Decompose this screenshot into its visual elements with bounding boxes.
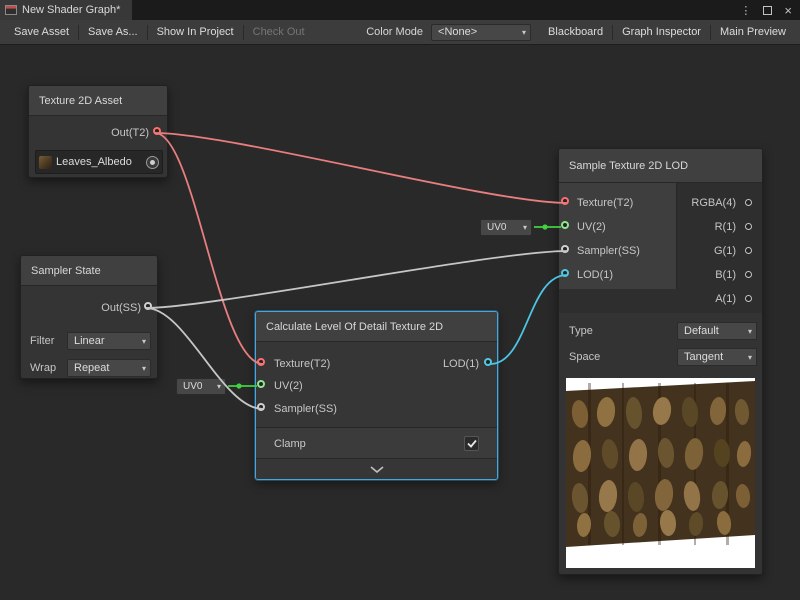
type-value: Default	[684, 325, 719, 337]
port-sample-sampler-in[interactable]	[561, 245, 569, 253]
node-texture-2d-asset[interactable]: Texture 2D Asset Out(T2) Leaves_Albedo	[28, 85, 168, 178]
port-label-lod-out: LOD(1)	[443, 357, 479, 371]
type-label: Type	[569, 324, 593, 338]
port-sample-a-out[interactable]	[745, 295, 752, 302]
tab-new-shader-graph[interactable]: New Shader Graph*	[0, 0, 132, 20]
node-title[interactable]: Texture 2D Asset	[29, 86, 167, 116]
color-mode-value: <None>	[438, 26, 477, 38]
chevron-down-icon: ▾	[142, 364, 146, 373]
node-sampler-state[interactable]: Sampler State Out(SS) Filter Linear ▾ Wr…	[20, 255, 158, 379]
port-label-texture-in: Texture(T2)	[577, 196, 633, 210]
maximize-icon[interactable]	[763, 6, 772, 15]
window-controls: ⋮ ×	[740, 0, 800, 20]
clamp-label: Clamp	[274, 438, 306, 450]
port-calc-lod-out[interactable]	[484, 358, 492, 366]
texture-object-field[interactable]: Leaves_Albedo	[35, 150, 163, 174]
port-sample-r-out[interactable]	[745, 223, 752, 230]
port-label-sampler-in: Sampler(SS)	[274, 402, 337, 416]
save-asset-button[interactable]: Save Asset	[5, 20, 78, 44]
wrap-label: Wrap	[30, 361, 56, 375]
port-label-b-out: B(1)	[715, 268, 736, 282]
uv-wire-dot	[542, 224, 547, 229]
uv-channel-dropdown-calc[interactable]: UV0 ▾	[176, 378, 226, 395]
uv-wire-dot	[236, 383, 241, 388]
wrap-dropdown[interactable]: Repeat ▾	[67, 359, 151, 377]
menu-icon[interactable]: ⋮	[740, 4, 751, 17]
edge-lod-to-sample[interactable]	[490, 275, 567, 364]
texture-preview-image	[566, 378, 755, 568]
port-sample-rgba-out[interactable]	[745, 199, 752, 206]
port-sample-lod-in[interactable]	[561, 269, 569, 277]
texture-thumbnail-icon	[39, 156, 52, 169]
main-preview-button[interactable]: Main Preview	[711, 20, 795, 44]
texture-object-name: Leaves_Albedo	[56, 156, 142, 168]
type-dropdown[interactable]: Default ▾	[677, 322, 757, 340]
port-calc-uv-in[interactable]	[257, 380, 265, 388]
graph-inspector-button[interactable]: Graph Inspector	[613, 20, 710, 44]
filter-dropdown[interactable]: Linear ▾	[67, 332, 151, 350]
port-out-ss[interactable]	[144, 302, 152, 310]
port-label-uv-in: UV(2)	[274, 379, 303, 393]
uv-channel-value: UV0	[183, 381, 202, 392]
color-mode-dropdown[interactable]: <None> ▾	[431, 24, 531, 41]
unity-shader-graph-window: New Shader Graph* ⋮ × Save Asset Save As…	[0, 0, 800, 600]
object-picker-icon[interactable]	[146, 156, 159, 169]
node-title[interactable]: Calculate Level Of Detail Texture 2D	[256, 312, 497, 342]
wrap-value: Repeat	[74, 362, 109, 374]
toolbar: Save Asset Save As... Show In Project Ch…	[0, 20, 800, 45]
port-sample-texture-in[interactable]	[561, 197, 569, 205]
port-sample-g-out[interactable]	[745, 247, 752, 254]
space-value: Tangent	[684, 351, 723, 363]
clamp-checkbox[interactable]	[464, 436, 479, 451]
uv-channel-dropdown-sample[interactable]: UV0 ▾	[480, 219, 532, 236]
port-calc-texture-in[interactable]	[257, 358, 265, 366]
node-sample-texture-2d-lod[interactable]: Sample Texture 2D LOD Texture(T2) UV(2) …	[558, 148, 763, 575]
port-label-texture-in: Texture(T2)	[274, 357, 330, 371]
port-sample-uv-in[interactable]	[561, 221, 569, 229]
port-sample-b-out[interactable]	[745, 271, 752, 278]
node-title[interactable]: Sampler State	[21, 256, 157, 286]
collapse-expander[interactable]	[256, 458, 497, 479]
chevron-down-icon: ▾	[142, 337, 146, 346]
node-calculate-lod[interactable]: Calculate Level Of Detail Texture 2D Tex…	[255, 311, 498, 480]
close-icon[interactable]: ×	[784, 4, 792, 17]
space-dropdown[interactable]: Tangent ▾	[677, 348, 757, 366]
save-as-button[interactable]: Save As...	[79, 20, 147, 44]
port-out-t2[interactable]	[153, 127, 161, 135]
window-tab-bar: New Shader Graph* ⋮ ×	[0, 0, 800, 20]
chevron-down-icon: ▾	[523, 223, 527, 232]
edge-texture-to-sample[interactable]	[155, 133, 567, 203]
color-mode-label: Color Mode	[360, 26, 429, 38]
edge-texture-to-calculate[interactable]	[155, 133, 263, 364]
chevron-down-icon: ▾	[217, 382, 221, 391]
check-icon	[467, 439, 477, 448]
port-label-out-ss: Out(SS)	[101, 301, 141, 315]
tab-title: New Shader Graph*	[22, 4, 120, 16]
port-label-lod-in: LOD(1)	[577, 268, 613, 282]
node-title[interactable]: Sample Texture 2D LOD	[559, 149, 762, 183]
check-out-button: Check Out	[244, 20, 314, 44]
uv-channel-value: UV0	[487, 222, 506, 233]
filter-value: Linear	[74, 335, 105, 347]
port-label-rgba-out: RGBA(4)	[691, 196, 736, 210]
port-label-uv-in: UV(2)	[577, 220, 606, 234]
edge-sampler-to-sample[interactable]	[146, 251, 567, 308]
filter-label: Filter	[30, 334, 54, 348]
port-calc-sampler-in[interactable]	[257, 403, 265, 411]
chevron-down-icon: ▾	[748, 327, 752, 336]
shader-graph-icon	[5, 4, 17, 16]
port-label-r-out: R(1)	[715, 220, 736, 234]
chevron-down-icon: ▾	[748, 353, 752, 362]
chevron-down-icon	[370, 466, 384, 473]
node-preview	[566, 378, 755, 568]
clamp-row: Clamp	[256, 427, 497, 459]
port-label-g-out: G(1)	[714, 244, 736, 258]
port-label-out-t2: Out(T2)	[111, 126, 149, 140]
space-label: Space	[569, 350, 600, 364]
chevron-down-icon: ▾	[522, 28, 526, 37]
blackboard-button[interactable]: Blackboard	[539, 20, 612, 44]
show-in-project-button[interactable]: Show In Project	[148, 20, 243, 44]
port-label-a-out: A(1)	[715, 292, 736, 306]
port-label-sampler-in: Sampler(SS)	[577, 244, 640, 258]
